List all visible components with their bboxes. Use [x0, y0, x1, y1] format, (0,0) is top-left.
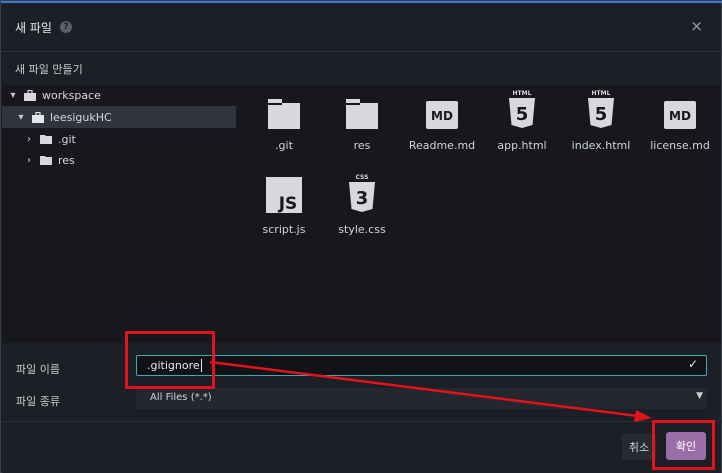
annotation-arrow: [209, 360, 652, 422]
